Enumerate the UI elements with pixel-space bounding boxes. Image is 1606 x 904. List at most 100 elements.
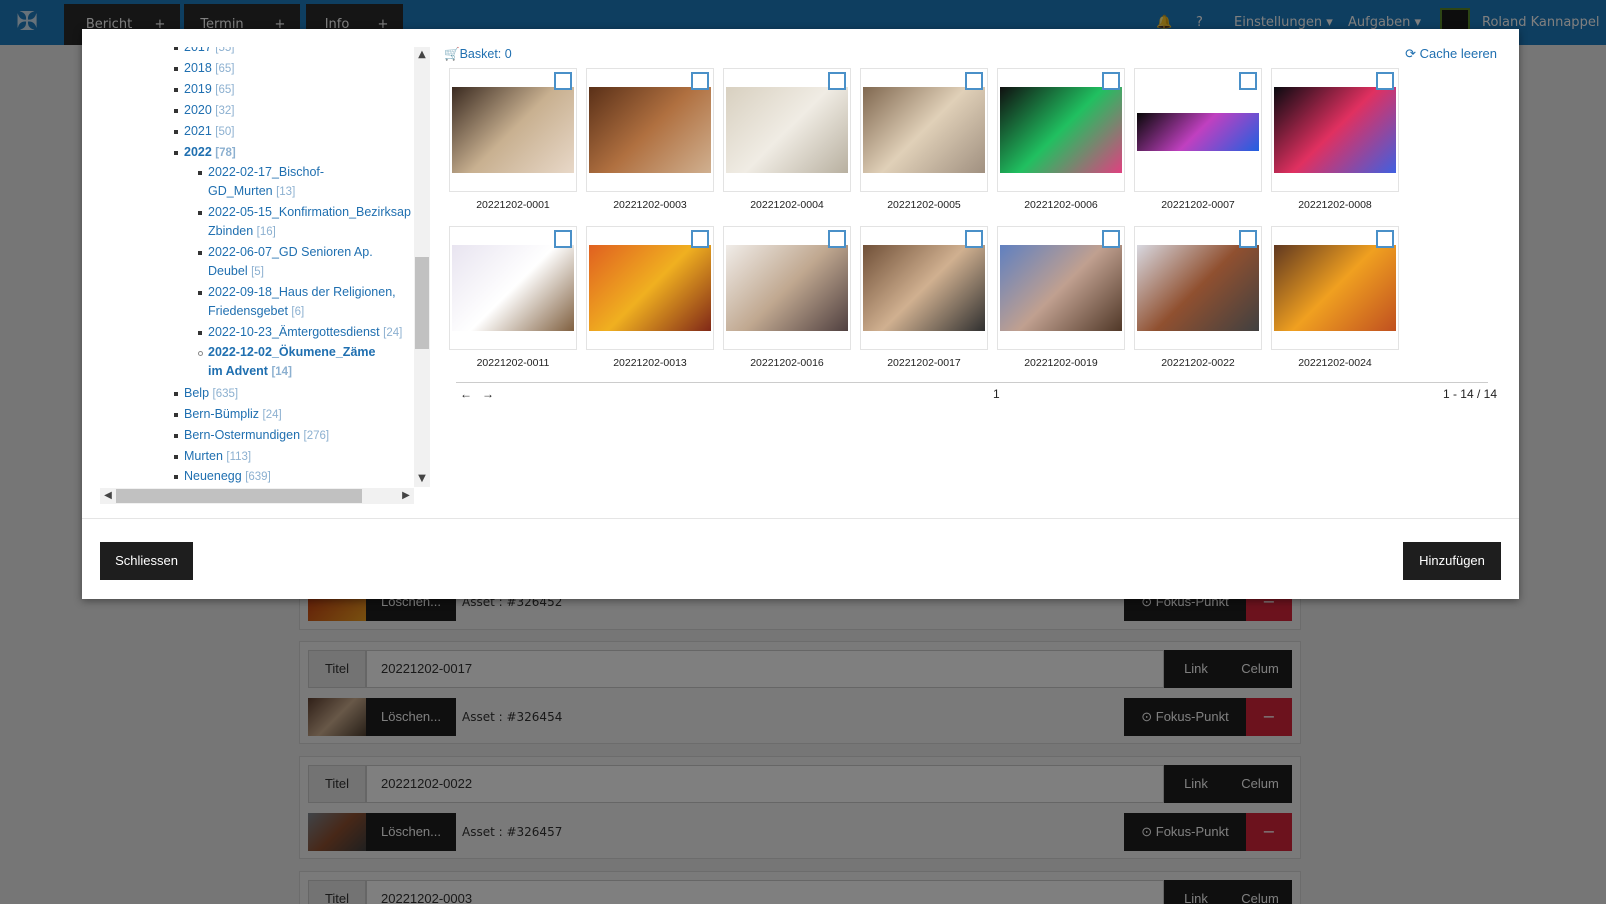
tree-item-label: GD_Murten — [208, 184, 273, 198]
scrollbar-thumb[interactable] — [415, 257, 429, 349]
tree-item[interactable]: 2019 [65] — [184, 80, 234, 100]
image-card[interactable]: 20221202-0007 — [1134, 68, 1262, 211]
image-card[interactable]: 20221202-0016 — [723, 226, 851, 369]
tree-item[interactable]: 2017 [55] — [184, 47, 234, 58]
scrollbar-thumb[interactable] — [116, 489, 362, 503]
tree-item-count: [50] — [215, 126, 235, 138]
tree-item-label: Bern-Ostermundigen — [184, 428, 301, 442]
select-checkbox[interactable] — [1376, 72, 1394, 90]
select-checkbox[interactable] — [1239, 72, 1257, 90]
scroll-up-icon[interactable]: ▲ — [414, 47, 430, 63]
image-thumbnail[interactable] — [1137, 245, 1259, 331]
refresh-icon: ⟳ — [1405, 46, 1420, 61]
image-thumbnail[interactable] — [452, 245, 574, 331]
scroll-right-icon[interactable]: ▶ — [398, 488, 414, 504]
select-checkbox[interactable] — [691, 230, 709, 248]
tree-item[interactable]: 2022-09-18_Haus der Religionen, Friedensg… — [208, 283, 396, 322]
tree-item[interactable]: 2022-12-02_Ökumene_Zäme im Advent [14] — [208, 343, 375, 382]
image-card[interactable]: 20221202-0008 — [1271, 68, 1399, 211]
tree-vertical-scrollbar[interactable]: ▲ ▼ — [414, 47, 430, 487]
image-thumbnail[interactable] — [1274, 245, 1396, 331]
tree-item-label: 2022 — [184, 145, 212, 159]
tree-item-count: [639] — [245, 471, 271, 483]
tree-item[interactable]: 2020 [32] — [184, 101, 234, 121]
image-filename: 20221202-0011 — [476, 357, 550, 369]
image-filename: 20221202-0005 — [887, 199, 961, 211]
image-thumbnail[interactable] — [1000, 245, 1122, 331]
image-card[interactable]: 20221202-0013 — [586, 226, 714, 369]
image-card[interactable]: 20221202-0022 — [1134, 226, 1262, 369]
image-filename: 20221202-0024 — [1298, 357, 1372, 369]
image-card[interactable]: 20221202-0003 — [586, 68, 714, 211]
tree-item[interactable]: Murten [113] — [184, 447, 251, 467]
select-checkbox[interactable] — [1376, 230, 1394, 248]
image-thumbnail[interactable] — [589, 87, 711, 173]
tree-horizontal-scrollbar[interactable]: ◀ ▶ — [100, 488, 414, 504]
folder-tree[interactable]: 2017 [55] 2018 [65] 2019 [65] 2020 [32] 2021… — [100, 47, 412, 487]
tree-item[interactable]: Neuenegg [639] — [184, 467, 271, 487]
tree-item-label: 2022-09-18_Haus der Religionen, — [208, 285, 396, 299]
tree-item[interactable]: 2022-05-15_Konfirmation_Bezirksap Zbinden… — [208, 203, 411, 242]
image-thumbnail[interactable] — [589, 245, 711, 331]
image-card[interactable]: 20221202-0005 — [860, 68, 988, 211]
tree-bullet-icon — [174, 475, 178, 479]
image-card[interactable]: 20221202-0019 — [997, 226, 1125, 369]
image-filename: 20221202-0016 — [750, 357, 824, 369]
image-card[interactable]: 20221202-0017 — [860, 226, 988, 369]
image-filename: 20221202-0007 — [1161, 199, 1235, 211]
image-card[interactable]: 20221202-0011 — [449, 226, 577, 369]
tree-bullet-icon — [174, 130, 178, 134]
tree-item-label: 2019 — [184, 82, 212, 96]
tree-item[interactable]: Bern-Ostermundigen [276] — [184, 426, 329, 446]
basket-link[interactable]: 🛒Basket: 0 — [444, 47, 512, 62]
select-checkbox[interactable] — [554, 72, 572, 90]
image-thumbnail[interactable] — [863, 87, 985, 173]
tree-item[interactable]: Belp [635] — [184, 384, 238, 404]
tree-item-count: [16] — [256, 226, 276, 238]
image-thumbnail[interactable] — [1000, 87, 1122, 173]
image-filename: 20221202-0017 — [887, 357, 961, 369]
select-checkbox[interactable] — [1102, 230, 1120, 248]
tree-item-label: Neuenegg — [184, 469, 242, 483]
image-thumbnail[interactable] — [726, 87, 848, 173]
image-thumbnail[interactable] — [1274, 87, 1396, 173]
image-card[interactable]: 20221202-0001 — [449, 68, 577, 211]
tree-bullet-icon — [198, 251, 202, 255]
cache-clear-link[interactable]: ⟳ Cache leeren — [1405, 46, 1497, 62]
scroll-left-icon[interactable]: ◀ — [100, 488, 116, 504]
tree-bullet-icon — [198, 331, 202, 335]
tree-item[interactable]: 2022 [78] — [184, 143, 236, 163]
tree-item[interactable]: 2022-02-17_Bischof- GD_Murten [13] — [208, 163, 324, 202]
select-checkbox[interactable] — [965, 72, 983, 90]
tree-item-label: 2017 — [184, 47, 212, 54]
select-checkbox[interactable] — [1102, 72, 1120, 90]
image-card[interactable]: 20221202-0004 — [723, 68, 851, 211]
select-checkbox[interactable] — [554, 230, 572, 248]
image-thumbnail[interactable] — [1137, 113, 1259, 151]
image-card[interactable]: 20221202-0024 — [1271, 226, 1399, 369]
tree-bullet-icon — [198, 291, 202, 295]
add-button[interactable]: Hinzufügen — [1403, 542, 1501, 580]
tree-item[interactable]: 2021 [50] — [184, 122, 234, 142]
select-checkbox[interactable] — [965, 230, 983, 248]
select-checkbox[interactable] — [691, 72, 709, 90]
image-thumbnail[interactable] — [726, 245, 848, 331]
image-thumbnail[interactable] — [452, 87, 574, 173]
tree-item[interactable]: 2022-10-23_Ämtergottesdienst [24] — [208, 323, 402, 343]
tree-item[interactable]: 2022-06-07_GD Senioren Ap. Deubel [5] — [208, 243, 373, 282]
image-card[interactable]: 20221202-0006 — [997, 68, 1125, 211]
prev-page-icon[interactable]: ← — [460, 386, 472, 402]
tree-item-count: [78] — [215, 147, 236, 159]
tree-item[interactable]: 2018 [65] — [184, 59, 234, 79]
tree-item[interactable]: Bern-Bümpliz [24] — [184, 405, 282, 425]
image-thumbnail[interactable] — [863, 245, 985, 331]
page-number[interactable]: 1 — [993, 386, 1000, 402]
next-page-icon[interactable]: → — [482, 386, 494, 402]
select-checkbox[interactable] — [1239, 230, 1257, 248]
scroll-down-icon[interactable]: ▼ — [414, 471, 430, 487]
close-button[interactable]: Schliessen — [100, 542, 193, 580]
tree-bullet-icon — [174, 88, 178, 92]
select-checkbox[interactable] — [828, 230, 846, 248]
tree-item-count: [55] — [215, 47, 235, 54]
select-checkbox[interactable] — [828, 72, 846, 90]
